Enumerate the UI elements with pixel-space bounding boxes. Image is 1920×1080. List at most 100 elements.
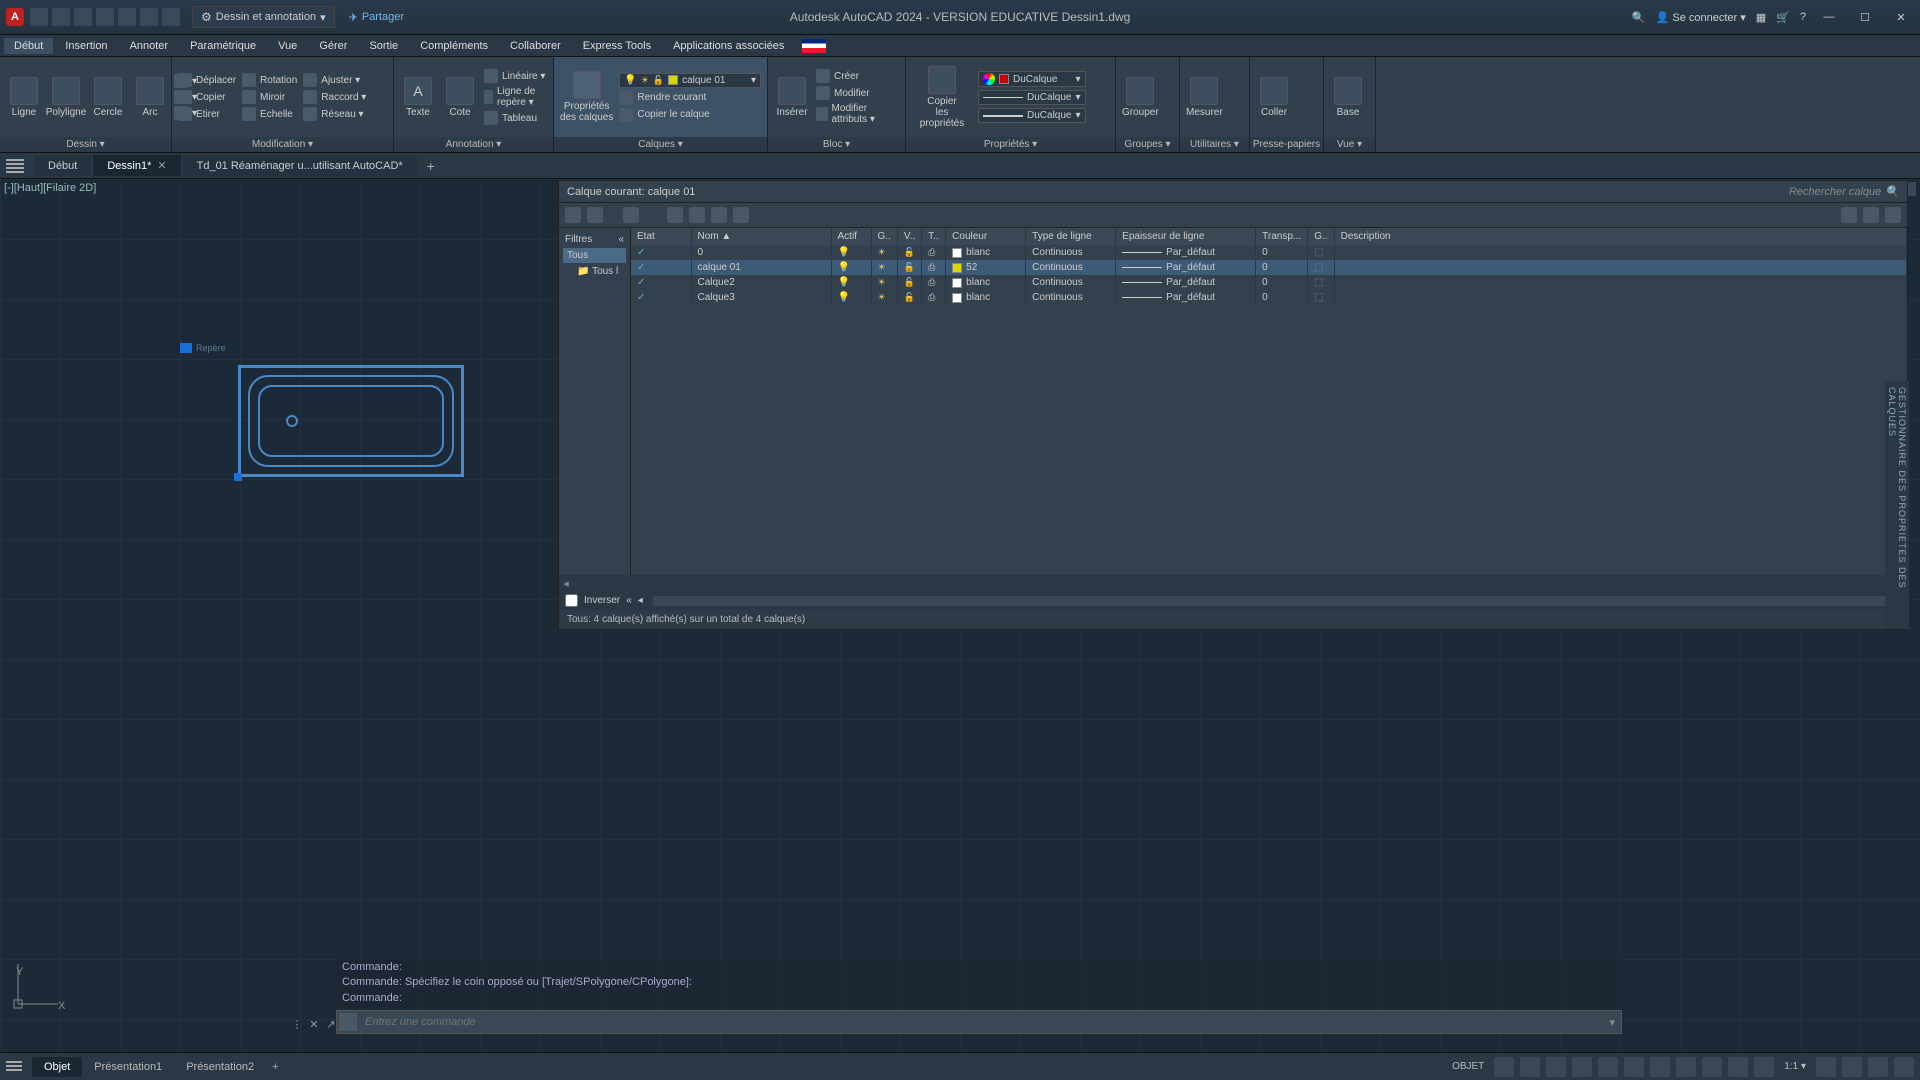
new-layer-icon[interactable]: [565, 207, 581, 223]
qat-save-icon[interactable]: [74, 8, 92, 26]
isolate-icon[interactable]: [1842, 1057, 1862, 1077]
table-row[interactable]: ✓Calque2blancContinuousPar_défaut0⬚: [631, 275, 1907, 290]
arc-button[interactable]: Arc: [132, 77, 168, 118]
osnap-icon[interactable]: [1598, 1057, 1618, 1077]
col-verrou[interactable]: V..: [897, 228, 921, 245]
collapse-icon[interactable]: «: [626, 595, 632, 606]
plot-icon[interactable]: [928, 277, 935, 288]
grouper-button[interactable]: Grouper: [1122, 77, 1159, 118]
plot-icon[interactable]: [928, 247, 935, 258]
tab-gerer[interactable]: Gérer: [309, 38, 357, 54]
layer-state4-icon[interactable]: [733, 207, 749, 223]
signin-button[interactable]: 👤 Se connecter ▾: [1656, 11, 1746, 24]
echelle-button[interactable]: Echelle: [242, 107, 297, 121]
otrack-icon[interactable]: [1624, 1057, 1644, 1077]
3dosnap-icon[interactable]: [1728, 1057, 1748, 1077]
collapse-filters-icon[interactable]: «: [618, 234, 624, 245]
panel-title[interactable]: Vue ▾: [1324, 137, 1375, 152]
panel-title[interactable]: Dessin ▾: [0, 137, 171, 152]
cercle-button[interactable]: Cercle: [90, 77, 126, 118]
col-epaisseur[interactable]: Epaisseur de ligne: [1116, 228, 1256, 245]
grip-handle[interactable]: [234, 473, 242, 481]
col-gel[interactable]: G..: [871, 228, 897, 245]
layout-menu-icon[interactable]: [6, 1061, 22, 1073]
snap-icon[interactable]: [1520, 1057, 1540, 1077]
newvp-icon[interactable]: ⬚: [1314, 292, 1323, 303]
freeze-icon[interactable]: [878, 247, 886, 258]
scale-display[interactable]: 1:1 ▾: [1780, 1061, 1810, 1072]
viewport-label[interactable]: [-][Haut][Filaire 2D]: [4, 182, 96, 194]
panel-title[interactable]: Presse-papiers: [1250, 137, 1323, 152]
cote-button[interactable]: Cote: [442, 77, 478, 118]
start-tab[interactable]: Début: [34, 156, 91, 176]
copier-calque-button[interactable]: Copier le calque: [619, 108, 761, 122]
raccord-button[interactable]: Raccord ▾: [303, 90, 366, 104]
etirer-button[interactable]: Etirer: [178, 107, 236, 121]
linetype-dropdown[interactable]: DuCalque▾: [978, 90, 1086, 105]
qat-plot-icon[interactable]: [118, 8, 136, 26]
description-cell[interactable]: [1334, 275, 1906, 290]
cart-icon[interactable]: 🛒: [1776, 11, 1790, 24]
qat-open-icon[interactable]: [52, 8, 70, 26]
tab-express[interactable]: Express Tools: [573, 38, 661, 54]
apps-icon[interactable]: ▦: [1756, 11, 1766, 24]
maximize-button[interactable]: ☐: [1852, 8, 1878, 26]
layer-name-cell[interactable]: calque 01: [691, 260, 831, 275]
newvp-icon[interactable]: ⬚: [1314, 262, 1323, 273]
lineaire-button[interactable]: Linéaire ▾: [484, 69, 547, 83]
lock-icon[interactable]: [904, 292, 915, 303]
new-layer-vp-icon[interactable]: [587, 207, 603, 223]
palette-side-label[interactable]: GESTIONNAIRE DES PROPRIETES DES CALQUES: [1885, 381, 1909, 629]
doc-tab-1[interactable]: Dessin1*✕: [93, 155, 180, 176]
tab-insertion[interactable]: Insertion: [55, 38, 117, 54]
table-row[interactable]: ✓0blancContinuousPar_défaut0⬚: [631, 245, 1907, 260]
coller-button[interactable]: Coller: [1256, 77, 1292, 118]
search-icon[interactable]: 🔍: [1632, 11, 1646, 24]
modifier-attributs-button[interactable]: Modifier attributs ▾: [816, 103, 899, 125]
linetype-cell[interactable]: Continuous: [1026, 290, 1116, 305]
hardware-icon[interactable]: [1868, 1057, 1888, 1077]
col-etat[interactable]: Etat: [631, 228, 691, 245]
modifier-bloc-button[interactable]: Modifier: [816, 86, 899, 100]
add-layout-button[interactable]: +: [272, 1061, 278, 1073]
doc-tab-2[interactable]: Td_01 Réaménager u...utilisant AutoCAD*: [183, 156, 417, 176]
qat-new-icon[interactable]: [30, 8, 48, 26]
col-transp[interactable]: Transp...: [1256, 228, 1308, 245]
filter-hscroll[interactable]: ◂▸: [559, 575, 1907, 591]
cmd-recent-icon[interactable]: ↗: [324, 1018, 338, 1032]
tab-vue[interactable]: Vue: [268, 38, 307, 54]
share-button[interactable]: Partager: [349, 11, 404, 24]
layer-name-cell[interactable]: 0: [691, 245, 831, 260]
description-cell[interactable]: [1334, 260, 1906, 275]
transparency-cell[interactable]: 0: [1256, 290, 1308, 305]
freeze-icon[interactable]: [878, 277, 886, 288]
hscrollbar[interactable]: [653, 596, 1886, 606]
transparency-cell[interactable]: 0: [1256, 245, 1308, 260]
lwt-icon[interactable]: [1650, 1057, 1670, 1077]
reseau-button[interactable]: Réseau ▾: [303, 107, 366, 121]
filter-tous-utilises[interactable]: 📁 Tous l: [563, 264, 626, 279]
customize-icon[interactable]: [1816, 1057, 1836, 1077]
description-cell[interactable]: [1334, 290, 1906, 305]
transparency-cell[interactable]: 0: [1256, 275, 1308, 290]
col-typeligne[interactable]: Type de ligne: [1026, 228, 1116, 245]
lineweight-cell[interactable]: Par_défaut: [1122, 277, 1249, 288]
base-button[interactable]: Base: [1330, 77, 1366, 118]
qat-redo-icon[interactable]: [162, 8, 180, 26]
creer-bloc-button[interactable]: Créer: [816, 69, 899, 83]
lock-icon[interactable]: [904, 262, 915, 273]
cmd-handle-icon[interactable]: ⋮: [290, 1018, 304, 1032]
mesurer-button[interactable]: Mesurer: [1186, 77, 1223, 118]
tab-parametrique[interactable]: Paramétrique: [180, 38, 266, 54]
ligne-button[interactable]: Ligne: [6, 77, 42, 118]
layer-search[interactable]: Rechercher calque 🔍: [1789, 185, 1899, 198]
dyninput-icon[interactable]: [1754, 1057, 1774, 1077]
current-layer-dropdown[interactable]: calque 01▾: [619, 73, 761, 88]
rendre-courant-button[interactable]: Rendre courant: [619, 91, 761, 105]
copier-button[interactable]: Copier: [178, 90, 236, 104]
minimize-button[interactable]: —: [1816, 8, 1842, 26]
help-icon[interactable]: ?: [1800, 11, 1806, 23]
newvp-icon[interactable]: ⬚: [1314, 247, 1323, 258]
proprietes-calques-button[interactable]: Propriétésdes calques: [560, 71, 613, 123]
layer-state1-icon[interactable]: [667, 207, 683, 223]
